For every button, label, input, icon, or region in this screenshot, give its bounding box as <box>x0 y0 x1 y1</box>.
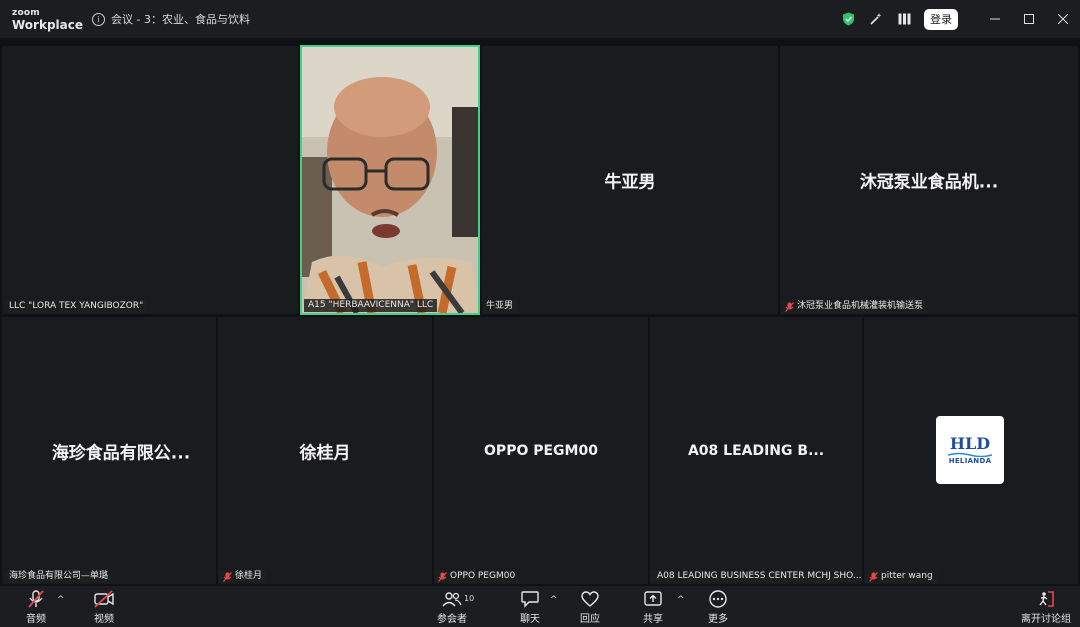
logo-line1: zoom <box>12 8 40 18</box>
mic-muted-icon <box>438 571 447 582</box>
participants-label: 参会者 <box>437 614 467 625</box>
share-button[interactable]: 共享 <box>643 590 663 625</box>
video-tile[interactable]: 徐桂月 徐桂月 <box>218 317 432 584</box>
participants-icon <box>442 592 462 607</box>
video-tile[interactable]: HLD HELIANDA pitter wang <box>864 317 1078 584</box>
participant-name-label: 牛亚男 <box>482 300 518 313</box>
mic-muted-icon <box>785 301 794 312</box>
more-label: 更多 <box>708 614 728 625</box>
react-button[interactable]: 回应 <box>580 590 600 625</box>
participant-name-label: pitter wang <box>865 570 937 583</box>
participant-name-label: A15 "HERBAAVICENNA" LLC <box>304 299 438 312</box>
participant-display-name: A08 LEADING B... <box>687 442 825 459</box>
react-label: 回应 <box>580 614 600 625</box>
participant-name-label: 徐桂月 <box>219 570 267 583</box>
participant-video-feed <box>302 47 478 313</box>
participant-name-label: 海珍食品有限公司—单璐 <box>5 570 113 583</box>
close-icon[interactable] <box>1046 0 1080 38</box>
meeting-toolbar: 音频 ^ 视频 参会者 10 聊天 ^ 回应 共享 ^ 更多 离开讨论组 <box>0 586 1080 627</box>
avatar-logo-text: HLD <box>949 433 991 453</box>
audio-options-caret[interactable]: ^ <box>57 595 65 605</box>
login-button[interactable]: 登录 <box>924 8 958 30</box>
video-off-icon <box>94 590 114 608</box>
video-tile[interactable]: LLC "LORA TEX YANGIBOZOR" <box>2 46 298 314</box>
heart-icon <box>581 591 599 607</box>
participant-name-label: OPPO PEGM00 <box>434 570 520 583</box>
chat-icon <box>521 591 539 608</box>
share-label: 共享 <box>643 614 663 625</box>
maximize-icon[interactable] <box>1012 0 1046 38</box>
audio-button[interactable]: 音频 <box>26 590 46 625</box>
participant-name-label: LLC "LORA TEX YANGIBOZOR" <box>5 300 148 313</box>
shield-icon[interactable] <box>834 5 862 33</box>
participant-name-label: A08 LEADING BUSINESS CENTER MCHJ SHO... <box>650 570 862 583</box>
audio-label: 音频 <box>26 614 46 625</box>
participant-display-name: 徐桂月 <box>299 443 351 463</box>
logo-line2: Workplace <box>12 18 84 32</box>
leave-label: 离开讨论组 <box>1021 614 1071 625</box>
chat-options-caret[interactable]: ^ <box>550 595 558 605</box>
participant-display-name: 海珍食品有限公... <box>51 443 191 463</box>
wave-icon <box>948 452 992 457</box>
participants-button[interactable]: 参会者 <box>437 590 467 625</box>
avatar: HLD HELIANDA <box>936 416 1004 484</box>
participant-name-label: 沐冠泵业食品机械灌装机输送泵 <box>781 300 928 313</box>
chat-button[interactable]: 聊天 <box>520 590 540 625</box>
video-button[interactable]: 视频 <box>93 590 115 625</box>
meeting-title: 会议 - 3：农业、食品与饮料 <box>111 13 250 26</box>
mic-muted-icon <box>869 571 878 582</box>
video-tile[interactable]: 海珍食品有限公... 海珍食品有限公司—单璐 <box>2 317 216 584</box>
participant-display-name: 沐冠泵业食品机... <box>859 172 999 193</box>
leave-room-icon <box>1039 591 1054 607</box>
zoom-logo: zoom Workplace <box>12 8 84 32</box>
participant-display-name: 牛亚男 <box>604 172 656 193</box>
title-bar: zoom Workplace i 会议 - 3：农业、食品与饮料 登录 <box>0 0 1080 38</box>
magic-wand-icon[interactable] <box>862 5 890 33</box>
participant-display-name: OPPO PEGM00 <box>484 442 598 459</box>
active-speaker-video-tile[interactable]: A15 "HERBAAVICENNA" LLC <box>300 45 480 315</box>
video-tile[interactable]: OPPO PEGM00 OPPO PEGM00 <box>434 317 648 584</box>
video-tile[interactable]: 牛亚男 牛亚男 <box>482 46 778 314</box>
info-icon[interactable]: i <box>92 12 105 26</box>
video-label: 视频 <box>94 614 114 625</box>
video-tile[interactable]: 沐冠泵业食品机... 沐冠泵业食品机械灌装机输送泵 <box>780 46 1078 314</box>
video-tile[interactable]: A08 LEADING B... A08 LEADING BUSINESS CE… <box>650 317 862 584</box>
more-button[interactable]: 更多 <box>708 590 728 625</box>
leave-breakout-button[interactable]: 离开讨论组 <box>1021 590 1071 625</box>
share-options-caret[interactable]: ^ <box>677 595 685 605</box>
minimize-icon[interactable] <box>978 0 1012 38</box>
meeting-info[interactable]: i 会议 - 3：农业、食品与饮料 <box>92 11 250 27</box>
participants-count: 10 <box>464 594 475 603</box>
more-icon <box>709 590 727 608</box>
gallery-view-icon[interactable] <box>890 5 918 33</box>
share-screen-icon <box>644 591 662 606</box>
chat-label: 聊天 <box>520 614 540 625</box>
mic-muted-icon <box>28 590 44 608</box>
mic-muted-icon <box>223 571 232 582</box>
avatar-logo-subtext: HELIANDA <box>948 456 992 465</box>
